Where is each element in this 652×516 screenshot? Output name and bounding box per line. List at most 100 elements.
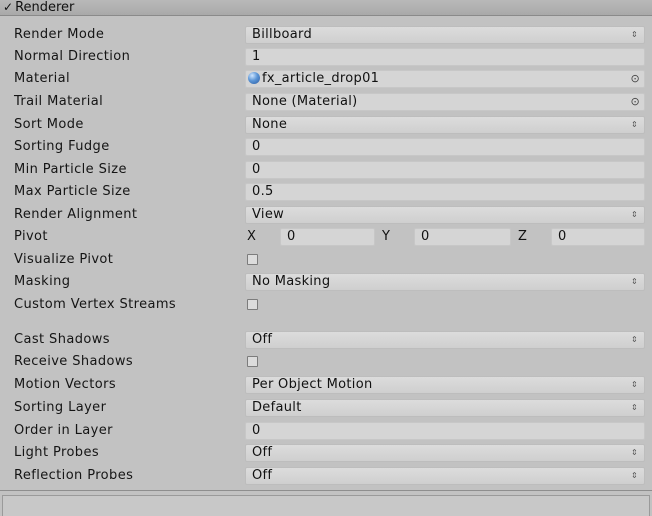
render-mode-value: Billboard	[252, 27, 312, 42]
normal-direction-field[interactable]: 1	[245, 48, 645, 66]
row-min-particle-size: Min Particle Size 0	[0, 159, 652, 181]
reflection-probes-label: Reflection Probes	[14, 468, 134, 483]
dropdown-arrows-icon: ⇕	[630, 120, 638, 129]
row-reflection-probes: Reflection Probes Off ⇕	[0, 465, 652, 487]
trail-material-value: None (Material)	[252, 94, 358, 109]
min-particle-size-field[interactable]: 0	[245, 161, 645, 179]
row-receive-shadows: Receive Shadows	[0, 351, 652, 373]
material-sphere-icon	[248, 72, 260, 84]
row-render-mode: Render Mode Billboard ⇕	[0, 24, 652, 46]
object-picker-icon[interactable]: ⊙	[630, 71, 640, 87]
row-light-probes: Light Probes Off ⇕	[0, 442, 652, 464]
reflection-probes-value: Off	[252, 468, 273, 483]
row-visualize-pivot: Visualize Pivot	[0, 249, 652, 271]
light-probes-value: Off	[252, 445, 273, 460]
masking-value: No Masking	[252, 274, 331, 289]
dropdown-arrows-icon: ⇕	[630, 403, 638, 412]
sorting-fudge-value: 0	[252, 139, 261, 154]
dropdown-arrows-icon: ⇕	[630, 30, 638, 39]
pivot-z-value: 0	[558, 229, 567, 244]
receive-shadows-checkbox[interactable]	[247, 356, 258, 367]
dropdown-arrows-icon: ⇕	[630, 210, 638, 219]
material-object-field[interactable]: fx_article_drop01 ⊙	[245, 70, 645, 88]
object-picker-icon[interactable]: ⊙	[630, 94, 640, 110]
row-normal-direction: Normal Direction 1	[0, 46, 652, 68]
light-probes-dropdown[interactable]: Off ⇕	[245, 444, 645, 462]
trail-material-object-field[interactable]: None (Material) ⊙	[245, 93, 645, 111]
sorting-layer-value: Default	[252, 400, 302, 415]
sort-mode-dropdown[interactable]: None ⇕	[245, 116, 645, 134]
min-particle-size-value: 0	[252, 162, 261, 177]
pivot-z-label[interactable]: Z	[518, 226, 527, 248]
pivot-x-label[interactable]: X	[247, 226, 256, 248]
order-in-layer-value: 0	[252, 423, 261, 438]
row-max-particle-size: Max Particle Size 0.5	[0, 181, 652, 203]
renderer-module-header[interactable]: ✓ Renderer	[0, 0, 652, 16]
panel-footer-divider	[0, 490, 652, 516]
sort-mode-value: None	[252, 117, 288, 132]
row-render-alignment: Render Alignment View ⇕	[0, 204, 652, 226]
render-mode-dropdown[interactable]: Billboard ⇕	[245, 26, 645, 44]
pivot-x-value: 0	[287, 229, 296, 244]
masking-dropdown[interactable]: No Masking ⇕	[245, 273, 645, 291]
row-sorting-fudge: Sorting Fudge 0	[0, 136, 652, 158]
max-particle-size-value: 0.5	[252, 184, 274, 199]
sorting-layer-dropdown[interactable]: Default ⇕	[245, 399, 645, 417]
sorting-fudge-label: Sorting Fudge	[14, 139, 110, 154]
row-custom-vertex-streams: Custom Vertex Streams	[0, 294, 652, 316]
motion-vectors-dropdown[interactable]: Per Object Motion ⇕	[245, 376, 645, 394]
render-alignment-value: View	[252, 207, 285, 222]
dropdown-arrows-icon: ⇕	[630, 277, 638, 286]
row-sorting-layer: Sorting Layer Default ⇕	[0, 397, 652, 419]
dropdown-arrows-icon: ⇕	[630, 448, 638, 457]
pivot-x-field[interactable]: 0	[280, 228, 375, 246]
check-icon[interactable]: ✓	[3, 0, 13, 14]
pivot-y-field[interactable]: 0	[414, 228, 511, 246]
masking-label: Masking	[14, 274, 71, 289]
row-sort-mode: Sort Mode None ⇕	[0, 114, 652, 136]
row-trail-material: Trail Material None (Material) ⊙	[0, 91, 652, 113]
render-alignment-label: Render Alignment	[14, 207, 138, 222]
row-cast-shadows: Cast Shadows Off ⇕	[0, 329, 652, 351]
renderer-module-panel: ✓ Renderer Render Mode Billboard ⇕ Normal…	[0, 0, 652, 516]
normal-direction-label: Normal Direction	[14, 49, 131, 64]
visualize-pivot-checkbox[interactable]	[247, 254, 258, 265]
motion-vectors-label: Motion Vectors	[14, 377, 117, 392]
pivot-y-label[interactable]: Y	[382, 226, 390, 248]
module-title: Renderer	[15, 0, 75, 15]
order-in-layer-label: Order in Layer	[14, 423, 113, 438]
material-value: fx_article_drop01	[262, 71, 380, 86]
row-pivot: Pivot X 0 Y 0 Z 0	[0, 226, 652, 248]
cast-shadows-value: Off	[252, 332, 273, 347]
next-module-header[interactable]	[2, 495, 650, 516]
render-mode-label: Render Mode	[14, 27, 105, 42]
dropdown-arrows-icon: ⇕	[630, 380, 638, 389]
custom-vertex-streams-checkbox[interactable]	[247, 299, 258, 310]
dropdown-arrows-icon: ⇕	[630, 335, 638, 344]
order-in-layer-field[interactable]: 0	[245, 422, 645, 440]
renderer-enable-toggle[interactable]: ✓ Renderer	[3, 0, 74, 16]
row-masking: Masking No Masking ⇕	[0, 271, 652, 293]
normal-direction-value: 1	[252, 49, 261, 64]
sorting-layer-label: Sorting Layer	[14, 400, 107, 415]
row-order-in-layer: Order in Layer 0	[0, 420, 652, 442]
visualize-pivot-label: Visualize Pivot	[14, 252, 114, 267]
row-material: Material fx_article_drop01 ⊙	[0, 68, 652, 90]
render-alignment-dropdown[interactable]: View ⇕	[245, 206, 645, 224]
sorting-fudge-field[interactable]: 0	[245, 138, 645, 156]
sort-mode-label: Sort Mode	[14, 117, 84, 132]
cast-shadows-label: Cast Shadows	[14, 332, 110, 347]
motion-vectors-value: Per Object Motion	[252, 377, 373, 392]
pivot-y-value: 0	[421, 229, 430, 244]
row-motion-vectors: Motion Vectors Per Object Motion ⇕	[0, 374, 652, 396]
max-particle-size-field[interactable]: 0.5	[245, 183, 645, 201]
dropdown-arrows-icon: ⇕	[630, 471, 638, 480]
trail-material-label: Trail Material	[14, 94, 104, 109]
custom-vertex-streams-label: Custom Vertex Streams	[14, 297, 177, 312]
pivot-label: Pivot	[14, 229, 48, 244]
max-particle-size-label: Max Particle Size	[14, 184, 131, 199]
pivot-z-field[interactable]: 0	[551, 228, 645, 246]
reflection-probes-dropdown[interactable]: Off ⇕	[245, 467, 645, 485]
receive-shadows-label: Receive Shadows	[14, 354, 134, 369]
cast-shadows-dropdown[interactable]: Off ⇕	[245, 331, 645, 349]
